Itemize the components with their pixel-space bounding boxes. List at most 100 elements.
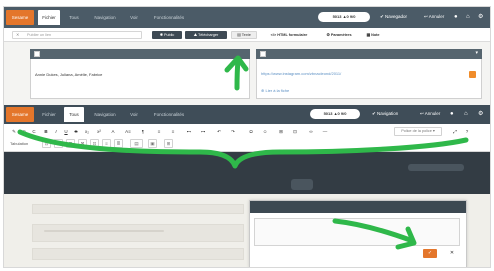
- font-select[interactable]: Police de la police ▾: [394, 127, 442, 136]
- right-panel-header: ▾: [256, 49, 482, 59]
- emoji-icon[interactable]: ☺: [260, 127, 270, 136]
- top-navbar: Sesame Fichier Tous Navigation Voir Fonc…: [4, 7, 490, 28]
- font-color-icon[interactable]: A: [108, 127, 118, 136]
- user-icon[interactable]: ●: [450, 109, 454, 119]
- tb-icon[interactable]: ⊡: [90, 139, 99, 148]
- tab-fichier[interactable]: Fichier: [38, 107, 60, 122]
- add-link[interactable]: ⊕ Lier à la fiche: [261, 88, 289, 94]
- paragraph-icon[interactable]: ¶: [138, 127, 148, 136]
- settings-button[interactable]: ⚙ Paramètres: [319, 31, 359, 39]
- link-dialog: ✓ ✕: [249, 200, 467, 267]
- hr-icon[interactable]: —: [320, 127, 330, 136]
- link-input-placeholder: Publier un lien: [27, 33, 52, 37]
- band-button[interactable]: [408, 164, 464, 171]
- underline-icon[interactable]: U: [62, 127, 70, 136]
- tb-icon[interactable]: ⊡: [42, 139, 51, 148]
- redo-icon[interactable]: ↷: [228, 127, 238, 136]
- text-button[interactable]: ▤ Texte: [231, 31, 257, 39]
- note-button[interactable]: ▦ Note: [362, 31, 384, 39]
- dialog-header: [250, 201, 466, 213]
- toolbar-row-1: ✎ ⊙ C B I U S x₂ x² A A≡ ¶ ≡ ≡ ⊷ ⊶ ↶ ↷ Ω…: [10, 127, 480, 137]
- dialog-textarea[interactable]: [254, 218, 460, 246]
- confirm-button[interactable]: ✓: [423, 249, 437, 258]
- cancel-button[interactable]: ✕: [447, 249, 457, 258]
- editor-navbar: Sesame Fichier Tous Navigation Voir Fonc…: [4, 105, 490, 124]
- app-logo-button[interactable]: Sesame: [6, 10, 34, 25]
- fullscreen-icon[interactable]: ⤢: [450, 127, 460, 136]
- tb-icon[interactable]: ⊞: [164, 139, 173, 148]
- image-icon[interactable]: ⊡: [290, 127, 300, 136]
- undo-link[interactable]: ↩ Annuler: [424, 12, 444, 22]
- italic-icon[interactable]: I: [52, 127, 60, 136]
- tab-label: Tabulation: [10, 141, 29, 146]
- home-icon[interactable]: ⌂: [466, 12, 470, 22]
- list-icon[interactable]: ≡: [154, 127, 164, 136]
- publish-bar: ✕ Publier un lien ✱ Public ⛰ Télécharger…: [4, 28, 490, 42]
- tab-voir[interactable]: Voir: [126, 10, 142, 25]
- tab-fonctionnalites[interactable]: Fonctionnalités: [146, 107, 192, 122]
- tb-icon[interactable]: ≣: [114, 139, 123, 148]
- superscript-icon[interactable]: x²: [94, 127, 104, 136]
- navigator-link[interactable]: ✔ Navigation: [372, 109, 398, 119]
- right-panel: https://www.instagram.com/zbnacleond/201…: [256, 59, 482, 99]
- table-icon[interactable]: ⊞: [276, 127, 286, 136]
- tb-icon[interactable]: ⊟: [66, 139, 75, 148]
- indent-icon[interactable]: ⊶: [198, 127, 208, 136]
- editor-toolbar: ✎ ⊙ C B I U S x₂ x² A A≡ ¶ ≡ ≡ ⊷ ⊶ ↶ ↷ Ω…: [4, 124, 490, 152]
- faded-row: [32, 248, 244, 260]
- tb-icon[interactable]: ▣: [148, 139, 157, 148]
- special-char-icon[interactable]: Ω: [246, 127, 256, 136]
- link-input[interactable]: ✕ Publier un lien: [12, 31, 142, 39]
- list-numbered-icon[interactable]: ≡: [168, 127, 178, 136]
- tb-icon[interactable]: ≡: [102, 139, 111, 148]
- subscript-icon[interactable]: x₂: [82, 127, 92, 136]
- html-form-button[interactable]: </> HTML formulaire: [262, 31, 316, 39]
- band-button[interactable]: [291, 179, 313, 190]
- tab-fonctionnalites[interactable]: Fonctionnalités: [146, 10, 192, 25]
- tab-tous[interactable]: Tous: [64, 107, 84, 122]
- select-checkbox[interactable]: [260, 51, 266, 57]
- tab-tous[interactable]: Tous: [64, 10, 84, 25]
- counter-pill[interactable]: 5013 ▲0 9/0: [318, 12, 370, 22]
- tab-navigation[interactable]: Navigation: [88, 10, 122, 25]
- public-button[interactable]: ✱ Public: [152, 31, 182, 39]
- left-panel-header: [30, 49, 250, 59]
- tab-voir[interactable]: Voir: [126, 107, 142, 122]
- strike-icon[interactable]: S: [72, 127, 80, 136]
- user-icon[interactable]: ●: [454, 12, 458, 22]
- app-logo-button[interactable]: Sesame: [6, 107, 34, 122]
- undo-icon[interactable]: ↶: [214, 127, 224, 136]
- help-icon[interactable]: ?: [462, 127, 472, 136]
- navigator-link[interactable]: ✔ Navegador: [380, 12, 407, 22]
- tab-fichier[interactable]: Fichier: [38, 10, 60, 25]
- left-panel: Annie Dukes, Juliana, Amélie, Fabrice: [30, 59, 250, 99]
- outdent-icon[interactable]: ⊷: [184, 127, 194, 136]
- settings-icon[interactable]: ⚙: [478, 12, 483, 22]
- url-link[interactable]: https://www.instagram.com/zbnacleond/201…: [261, 71, 341, 77]
- tb-icon[interactable]: ▤: [130, 139, 143, 148]
- undo-link[interactable]: ↩ Annuler: [420, 109, 440, 119]
- contacts-text: Annie Dukes, Juliana, Amélie, Fabrice: [35, 72, 103, 77]
- upload-button[interactable]: ⛰ Télécharger: [185, 31, 227, 39]
- screenshot-frame: Sesame Fichier Tous Navigation Voir Fonc…: [3, 6, 491, 268]
- bold-icon[interactable]: B: [42, 127, 50, 136]
- tab-navigation[interactable]: Navigation: [88, 107, 122, 122]
- editor-content-area: [4, 152, 490, 194]
- home-icon[interactable]: ⌂: [464, 109, 468, 119]
- text-align-icon[interactable]: A≡: [122, 127, 134, 136]
- edit-icon[interactable]: ✎: [10, 127, 18, 136]
- tb-icon[interactable]: ⊠: [78, 139, 87, 148]
- source-icon[interactable]: ⊙: [20, 127, 28, 136]
- copy-icon[interactable]: C: [30, 127, 38, 136]
- select-checkbox[interactable]: [34, 51, 40, 57]
- counter-pill[interactable]: 5013 ▲0 9/0: [310, 109, 360, 119]
- clear-icon[interactable]: ✕: [16, 32, 19, 38]
- chevron-down-icon[interactable]: ▾: [475, 50, 478, 56]
- tb-icon[interactable]: ⊞: [54, 139, 63, 148]
- settings-icon[interactable]: ⚙: [478, 109, 483, 119]
- edit-icon[interactable]: [469, 71, 476, 78]
- faded-row: [32, 204, 244, 214]
- faded-line: [44, 230, 164, 232]
- toolbar-row-2: Tabulation ⊡ ⊞ ⊟ ⊠ ⊡ ≡ ≣ ▤ ▣ ⊞: [10, 139, 230, 149]
- link-icon[interactable]: ∞: [306, 127, 316, 136]
